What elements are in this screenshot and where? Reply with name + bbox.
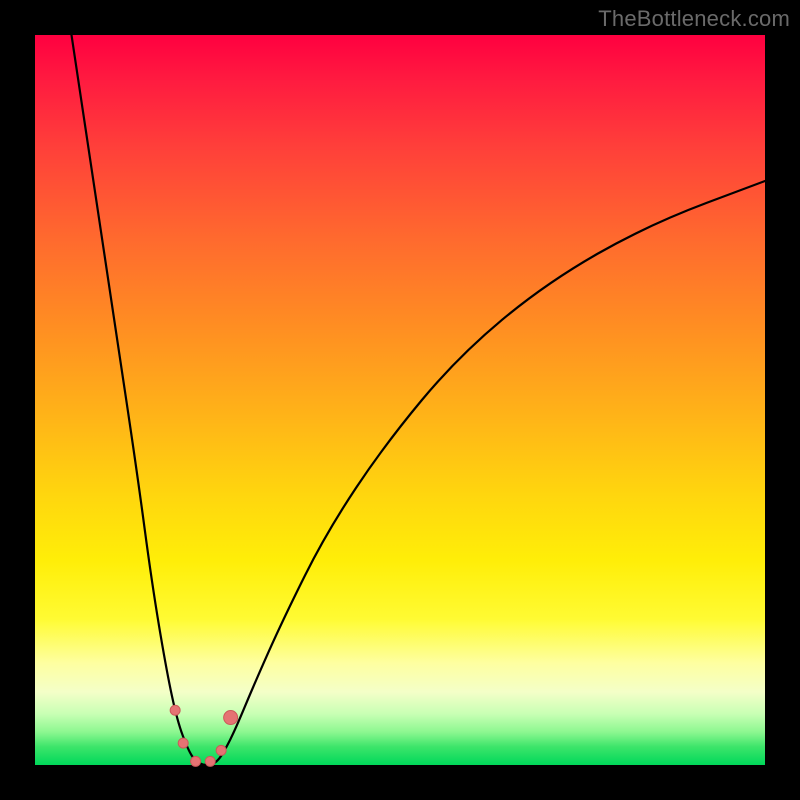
marker-point [191,756,201,766]
watermark-text: TheBottleneck.com [598,6,790,32]
marker-point [170,705,180,715]
marker-point [224,711,238,725]
highlight-markers [170,705,237,766]
chart-stage: TheBottleneck.com [0,0,800,800]
plot-area [35,35,765,765]
bottleneck-curve [72,35,766,765]
marker-point [178,738,188,748]
curve-layer [35,35,765,765]
marker-point [205,756,215,766]
marker-point [216,745,226,755]
